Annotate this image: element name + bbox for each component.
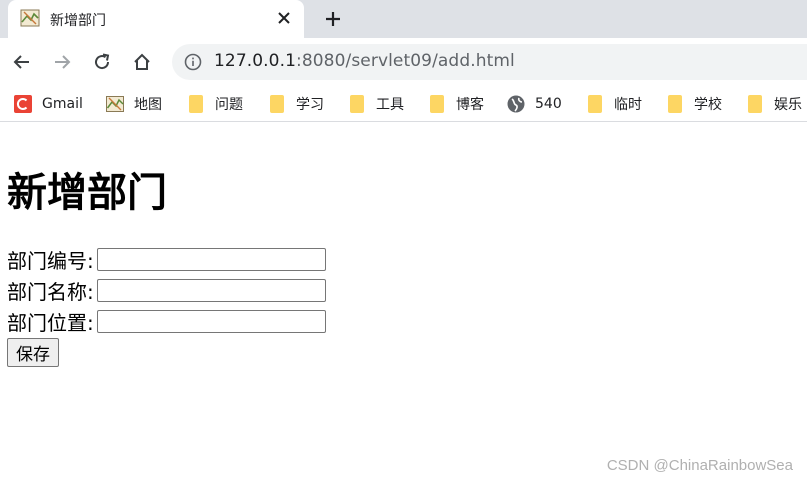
globe-icon xyxy=(507,95,525,113)
home-icon[interactable] xyxy=(130,50,154,74)
dept-location-input[interactable] xyxy=(96,310,326,333)
folder-icon xyxy=(348,95,366,113)
form-row-dept-name: 部门名称: xyxy=(7,275,326,306)
bookmark-folder-linshi[interactable]: 临时 xyxy=(586,93,642,115)
dept-name-label: 部门名称: xyxy=(7,280,94,304)
url-port: :8080 xyxy=(296,51,346,71)
dept-location-label: 部门位置: xyxy=(7,311,94,335)
bookmark-540[interactable]: 540 xyxy=(507,93,562,115)
reload-icon[interactable] xyxy=(90,50,114,74)
bookmarks-bar: Gmail 地图 问题 学习 工具 博客 540 临时 学校 娱乐 xyxy=(0,86,807,122)
form-row-dept-no: 部门编号: xyxy=(7,244,326,275)
bookmark-folder-gongju[interactable]: 工具 xyxy=(348,93,404,115)
close-icon[interactable] xyxy=(274,8,294,28)
tab-strip: 新增部门 xyxy=(0,0,807,38)
map-favicon-icon xyxy=(20,8,40,28)
back-arrow-icon[interactable] xyxy=(10,50,34,74)
url-host: 127.0.0.1 xyxy=(214,51,297,71)
watermark: CSDN @ChinaRainbowSea xyxy=(606,457,793,474)
bookmark-map[interactable]: 地图 xyxy=(106,93,162,115)
folder-icon xyxy=(187,95,205,113)
plus-icon[interactable] xyxy=(322,8,344,30)
form-row-dept-location: 部门位置: xyxy=(7,306,326,337)
info-icon[interactable] xyxy=(184,53,202,71)
tab-title: 新增部门 xyxy=(50,13,106,29)
gmail-icon xyxy=(14,95,32,113)
map-icon xyxy=(106,95,124,113)
dept-no-label: 部门编号: xyxy=(7,249,94,273)
department-form: 部门编号: 部门名称: 部门位置: 保存 xyxy=(7,244,326,367)
dept-name-input[interactable] xyxy=(96,279,326,302)
save-button[interactable]: 保存 xyxy=(7,338,59,367)
browser-toolbar: 127.0.0.1:8080/servlet09/add.html xyxy=(0,38,807,86)
page-title: 新增部门 xyxy=(7,170,167,216)
folder-icon xyxy=(666,95,684,113)
browser-tab[interactable]: 新增部门 xyxy=(8,0,304,38)
folder-icon xyxy=(746,95,764,113)
bookmark-folder-wenti[interactable]: 问题 xyxy=(187,93,243,115)
bookmark-folder-xuexi[interactable]: 学习 xyxy=(268,93,324,115)
folder-icon xyxy=(586,95,604,113)
folder-icon xyxy=(268,95,286,113)
bookmark-folder-yule[interactable]: 娱乐 xyxy=(746,93,802,115)
folder-icon xyxy=(428,95,446,113)
bookmark-folder-boke[interactable]: 博客 xyxy=(428,93,484,115)
url-text: 127.0.0.1:8080/servlet09/add.html xyxy=(214,51,515,71)
bookmark-gmail[interactable]: Gmail xyxy=(14,93,83,115)
dept-no-input[interactable] xyxy=(96,248,326,271)
bookmark-folder-xuexiao[interactable]: 学校 xyxy=(666,93,722,115)
address-bar[interactable]: 127.0.0.1:8080/servlet09/add.html xyxy=(172,44,807,80)
url-path: /servlet09/add.html xyxy=(345,51,515,71)
forward-arrow-icon[interactable] xyxy=(50,50,74,74)
